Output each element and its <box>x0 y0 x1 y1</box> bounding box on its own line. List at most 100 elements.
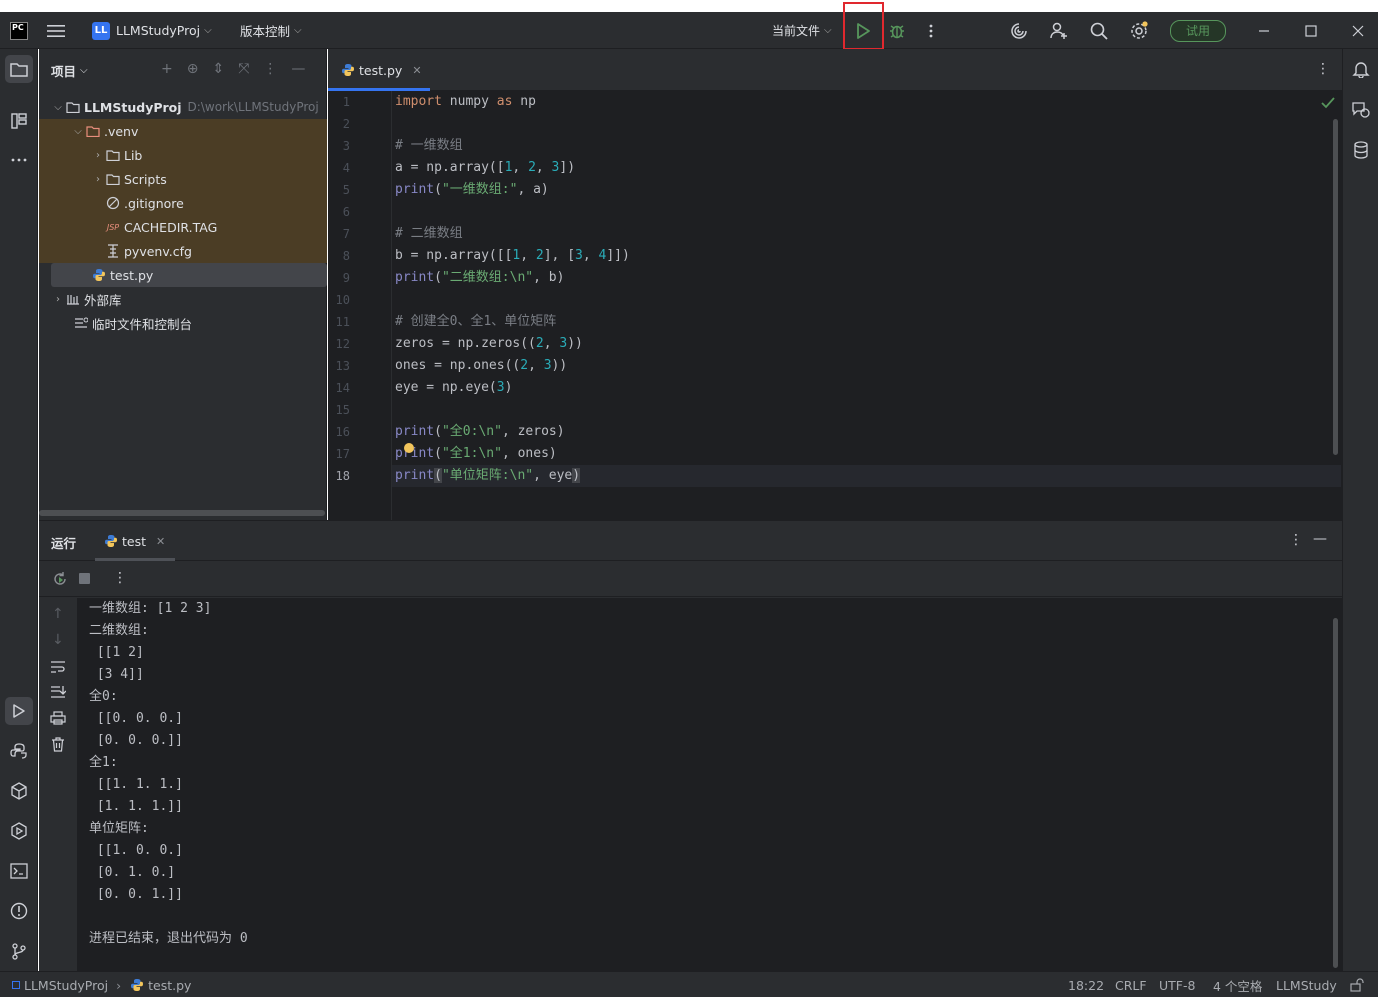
run-tab-test[interactable]: test ✕ <box>95 521 175 561</box>
menu-icon <box>47 24 65 37</box>
breadcrumb-file[interactable]: test.py <box>148 978 191 993</box>
tree-item-scratches[interactable]: 临时文件和控制台 <box>39 311 327 335</box>
chevron-down-icon[interactable]: ⌵ <box>80 65 88 76</box>
run-tab-label: test <box>122 533 147 549</box>
database-button[interactable] <box>1347 136 1375 164</box>
soft-wrap-icon[interactable] <box>50 660 66 674</box>
rerun-icon[interactable] <box>52 571 68 587</box>
lightbulb-icon[interactable] <box>404 443 414 453</box>
version-control-button[interactable] <box>5 937 33 965</box>
more-icon[interactable]: ⋮ <box>263 61 277 77</box>
close-tab-icon[interactable]: ✕ <box>156 535 165 548</box>
arrow-up-icon[interactable]: ↑ <box>52 606 64 622</box>
indent-setting[interactable]: 4 个空格 <box>1213 972 1262 997</box>
run-button-highlight-box <box>843 2 884 50</box>
hide-icon[interactable]: — <box>291 61 305 77</box>
project-switcher[interactable]: LL LLMStudyProj ⌵ <box>92 12 212 49</box>
close-tab-icon[interactable]: ✕ <box>412 64 421 77</box>
line-separator[interactable]: CRLF <box>1115 972 1147 997</box>
tree-item-gitignore[interactable]: .gitignore <box>39 191 327 215</box>
expand-all-icon[interactable]: ⇕ <box>212 61 224 77</box>
tree-item-pyvenv[interactable]: pyvenv.cfg <box>39 239 327 263</box>
console-line: [[0. 0. 0.] <box>89 711 183 726</box>
horizontal-scrollbar[interactable] <box>39 510 325 516</box>
tree-item-test-py[interactable]: test.py <box>51 263 327 287</box>
arrow-down-icon[interactable]: ↓ <box>52 632 64 648</box>
more-icon[interactable]: ⋮ <box>113 570 127 586</box>
line-number-current: 18 <box>335 469 350 483</box>
line-number: 13 <box>335 359 350 373</box>
notifications-button[interactable] <box>1347 55 1375 83</box>
hide-panel-icon[interactable]: — <box>1313 531 1327 547</box>
scratches-icon <box>73 317 89 329</box>
close-window-button[interactable] <box>1351 12 1365 49</box>
debug-button[interactable] <box>888 12 906 49</box>
search-button[interactable] <box>1089 12 1109 49</box>
collapse-all-icon[interactable]: ⤧ <box>238 61 249 77</box>
python-packages-button[interactable] <box>5 777 33 805</box>
tree-item-scripts[interactable]: › Scripts <box>39 167 327 191</box>
editor-vertical-scrollbar[interactable] <box>1333 119 1338 455</box>
breadcrumb-project[interactable]: LLMStudyProj <box>24 978 108 993</box>
maximize-button[interactable] <box>1304 12 1318 49</box>
console-line: [1. 1. 1.]] <box>89 799 183 814</box>
line-number: 1 <box>342 95 350 109</box>
minimize-button[interactable] <box>1257 12 1271 49</box>
console-vertical-scrollbar[interactable] <box>1333 618 1338 968</box>
tree-item-project-root[interactable]: ⌵ LLMStudyProj D:\work\LLMStudyProj <box>39 95 327 119</box>
python-console-button[interactable] <box>5 737 33 765</box>
tree-item-label: pyvenv.cfg <box>124 243 192 259</box>
code-line-16: print("全0:\n", zeros) <box>395 424 565 439</box>
code-line-13: ones = np.ones((2, 3)) <box>395 358 568 373</box>
run-config-selector[interactable]: 当前文件 ⌵ <box>772 12 832 49</box>
run-tool-button[interactable] <box>5 697 33 725</box>
chevron-down-icon: ⌵ <box>54 101 62 113</box>
checkmark-icon[interactable] <box>1321 97 1335 109</box>
chevron-down-icon: ⌵ <box>824 25 832 36</box>
line-number: 3 <box>342 139 350 153</box>
vcs-menu[interactable]: 版本控制 ⌵ <box>240 12 302 49</box>
more-icon[interactable]: ⋮ <box>1289 532 1303 548</box>
problems-button[interactable] <box>5 897 33 925</box>
terminal-button[interactable] <box>5 857 33 885</box>
maximize-icon <box>1305 24 1317 37</box>
tree-item-venv[interactable]: ⌵ .venv <box>39 119 327 143</box>
ai-assistant-button[interactable] <box>1009 12 1029 49</box>
trash-icon[interactable] <box>51 737 65 752</box>
tree-item-external-libraries[interactable]: › 外部库 <box>39 287 327 311</box>
services-button[interactable] <box>5 817 33 845</box>
code-line-9: print("二维数组:\n", b) <box>395 270 565 285</box>
code-with-me-button[interactable] <box>1049 12 1069 49</box>
file-encoding[interactable]: UTF-8 <box>1159 972 1195 997</box>
more-actions-button[interactable] <box>926 12 936 49</box>
project-panel-title[interactable]: 项目 <box>51 61 76 80</box>
run-toolbar: ⋮ <box>39 561 1342 597</box>
python-interpreter[interactable]: LLMStudy <box>1276 972 1337 997</box>
cursor-position[interactable]: 18:22 <box>1068 972 1104 997</box>
line-number: 9 <box>342 271 350 285</box>
minimize-icon <box>1259 29 1269 32</box>
ai-chat-button[interactable] <box>1347 96 1375 124</box>
tree-item-cachedir[interactable]: JSP CACHEDIR.TAG <box>39 215 327 239</box>
locate-icon[interactable]: ⊕ <box>187 61 199 77</box>
tree-item-lib[interactable]: › Lib <box>39 143 327 167</box>
project-tool-button[interactable] <box>5 55 33 83</box>
print-icon[interactable] <box>50 711 66 725</box>
structure-tool-button[interactable] <box>5 107 33 135</box>
scroll-to-end-icon[interactable] <box>50 685 66 699</box>
console-output[interactable]: 一维数组: [1 2 3] 二维数组: [[1 2] [3 4]] 全0: [[… <box>77 598 1342 972</box>
lock-status[interactable] <box>1350 972 1364 997</box>
main-menu-button[interactable] <box>46 12 66 49</box>
trial-button[interactable]: 试用 <box>1170 12 1226 49</box>
console-exit-message: 进程已结束，退出代码为 0 <box>89 931 248 946</box>
settings-button[interactable] <box>1129 12 1149 49</box>
add-icon[interactable]: + <box>161 61 173 77</box>
more-tools-button[interactable] <box>5 146 33 174</box>
more-icon[interactable]: ⋮ <box>1316 61 1330 77</box>
stop-icon[interactable] <box>79 573 90 584</box>
status-bar: LLMStudyProj › test.py 18:22 CRLF UTF-8 … <box>0 971 1378 997</box>
python-file-icon <box>129 978 145 992</box>
chevron-right-icon: › <box>56 293 60 305</box>
tab-test-py[interactable]: test.py ✕ <box>328 49 430 91</box>
settings-icon <box>1131 20 1148 39</box>
